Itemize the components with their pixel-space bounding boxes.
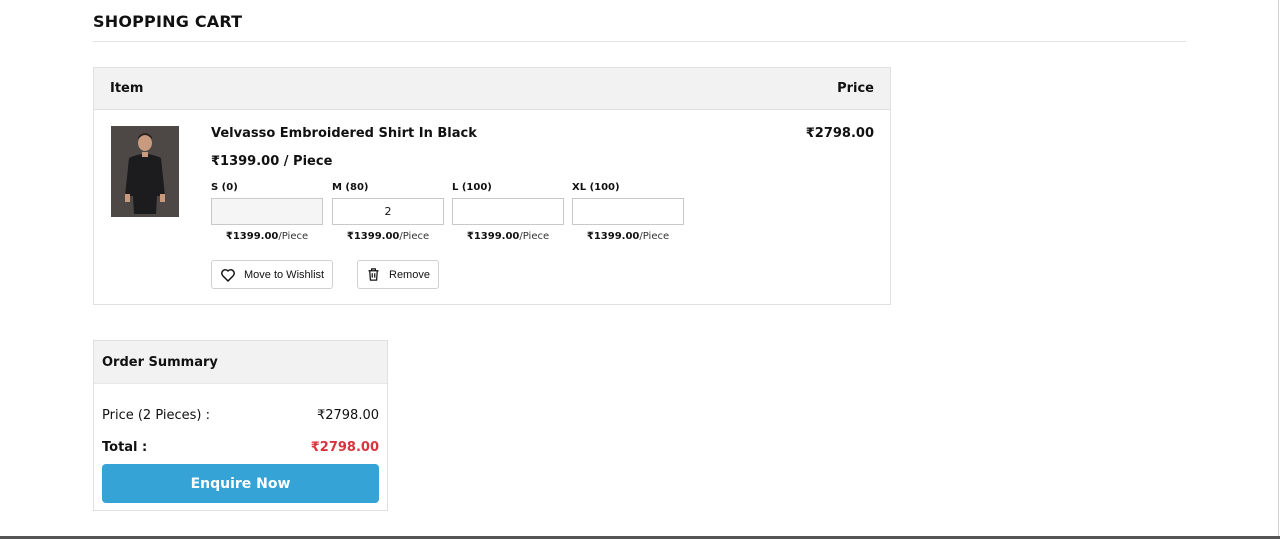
size-label: XL (100) <box>572 182 620 193</box>
size-quantity-input-xl[interactable] <box>572 198 684 225</box>
enquire-now-button[interactable]: Enquire Now <box>102 464 379 503</box>
order-summary-panel: Order Summary Price (2 Pieces) : ₹2798.0… <box>93 340 388 511</box>
product-image[interactable] <box>111 126 179 217</box>
size-option-l: L (100) ₹1399.00/Piece <box>452 181 564 242</box>
column-header-price: Price <box>837 81 874 96</box>
cart-table-header: Item Price <box>94 68 890 110</box>
summary-price-row: Price (2 Pieces) : ₹2798.00 <box>102 408 379 423</box>
summary-total-row: Total : ₹2798.00 <box>102 440 379 455</box>
remove-button[interactable]: Remove <box>357 260 439 289</box>
product-unit-price: ₹1399.00 / Piece <box>211 154 333 169</box>
column-header-item: Item <box>110 81 144 96</box>
order-summary-title: Order Summary <box>102 355 218 370</box>
size-quantity-input-l[interactable] <box>452 198 564 225</box>
size-quantity-input-m[interactable] <box>332 198 444 225</box>
remove-label: Remove <box>389 268 430 281</box>
size-option-xl: XL (100) ₹1399.00/Piece <box>572 181 684 242</box>
size-quantity-input-s[interactable] <box>211 198 323 225</box>
size-label: S (0) <box>211 182 238 193</box>
order-summary-header: Order Summary <box>94 341 387 384</box>
page-title: SHOPPING CART <box>93 12 243 31</box>
heart-icon <box>221 268 235 282</box>
size-label: L (100) <box>452 182 492 193</box>
summary-price-value: ₹2798.00 <box>316 408 379 423</box>
move-to-wishlist-button[interactable]: Move to Wishlist <box>211 260 334 289</box>
cart-table: Item Price Velvasso Embroidered Shirt In… <box>93 67 891 305</box>
size-label: M (80) <box>332 182 369 193</box>
size-price: ₹1399.00/Piece <box>346 231 430 242</box>
title-divider <box>93 41 1186 42</box>
product-line-total: ₹2798.00 <box>805 126 874 141</box>
summary-price-label: Price (2 Pieces) : <box>102 408 210 423</box>
summary-total-label: Total : <box>102 440 148 455</box>
size-price: ₹1399.00/Piece <box>225 231 309 242</box>
size-price: ₹1399.00/Piece <box>466 231 550 242</box>
size-option-s: S (0) ₹1399.00/Piece <box>211 181 323 242</box>
trash-icon <box>368 268 379 281</box>
product-name[interactable]: Velvasso Embroidered Shirt In Black <box>211 126 477 141</box>
move-to-wishlist-label: Move to Wishlist <box>244 268 325 281</box>
size-price: ₹1399.00/Piece <box>586 231 670 242</box>
size-option-m: M (80) ₹1399.00/Piece <box>332 181 444 242</box>
summary-total-value: ₹2798.00 <box>310 440 379 455</box>
scrollbar-edge <box>1278 0 1279 536</box>
